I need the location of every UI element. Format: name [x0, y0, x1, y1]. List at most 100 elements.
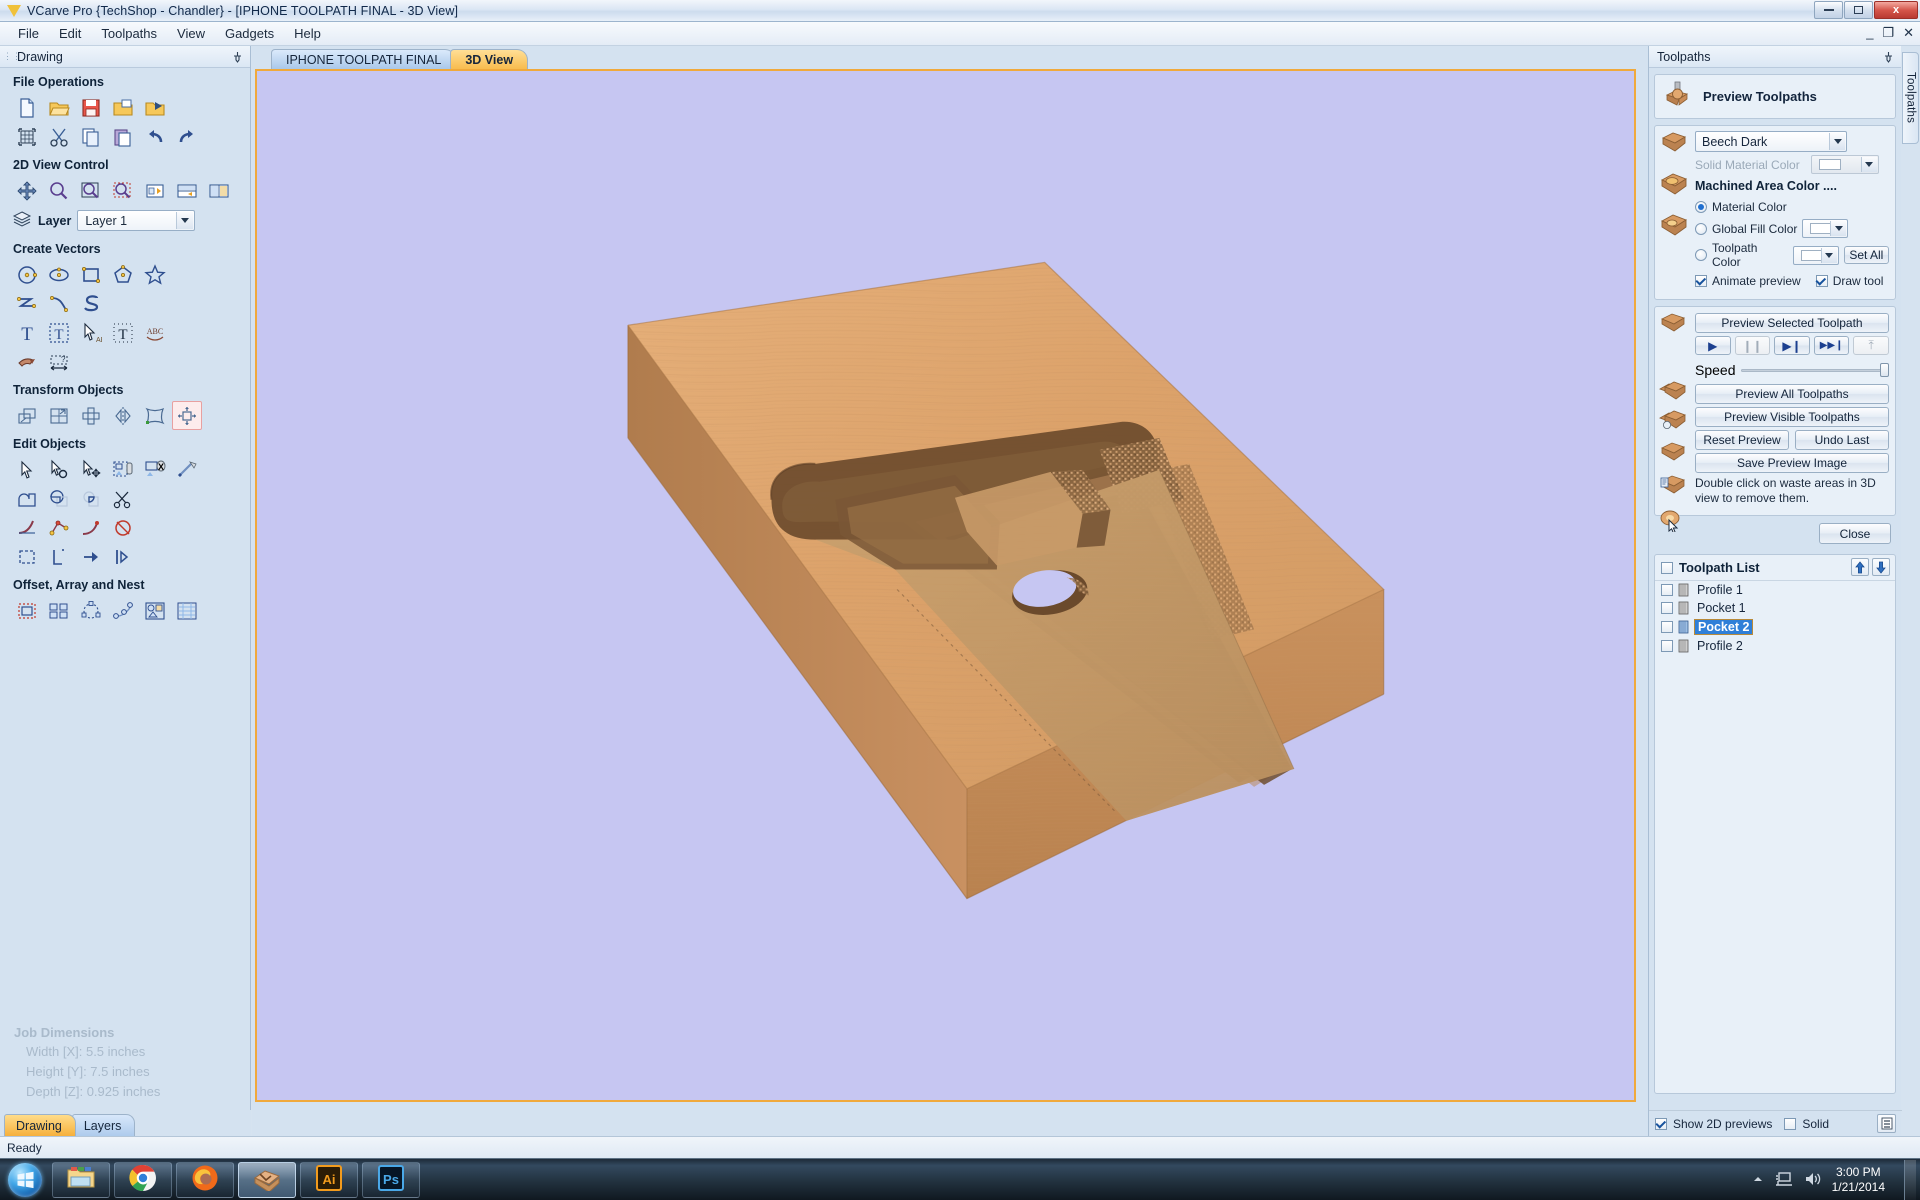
menu-toolpaths[interactable]: Toolpaths [91, 23, 167, 44]
circular-copy-icon[interactable] [76, 596, 106, 625]
offset-curve-icon[interactable] [108, 513, 138, 542]
move-icon[interactable] [12, 401, 42, 430]
set-all-button[interactable]: Set All [1843, 246, 1890, 264]
fast-forward-button[interactable]: ▶▶❙ [1813, 336, 1850, 355]
tab-iphone-toolpath-final[interactable]: IPHONE TOOLPATH FINAL [271, 49, 457, 69]
distort-icon[interactable] [140, 401, 170, 430]
toolpath-list-item[interactable]: Profile 1 [1655, 581, 1895, 599]
global-fill-color-option[interactable]: Global Fill Color [1695, 219, 1889, 238]
chevron-down-icon[interactable] [1829, 133, 1845, 150]
star-icon[interactable] [140, 260, 170, 289]
weld-icon[interactable] [12, 484, 42, 513]
material-color-radio[interactable] [1695, 201, 1707, 213]
fillet-icon[interactable] [12, 513, 42, 542]
mdi-restore-button[interactable]: ❐ [1882, 26, 1894, 39]
open-folder-icon[interactable] [44, 93, 74, 122]
spiral-icon[interactable] [76, 289, 106, 318]
texture-icon[interactable] [172, 596, 202, 625]
toolpath-color-radio[interactable] [1695, 249, 1707, 261]
list-icon[interactable] [1877, 1114, 1896, 1133]
minimize-button[interactable] [1814, 1, 1843, 19]
end-button[interactable]: ⤒ [1853, 336, 1889, 355]
tab-drawing[interactable]: Drawing [4, 1114, 76, 1136]
show-desktop-button[interactable] [1904, 1160, 1916, 1200]
trace-bitmap-icon[interactable] [12, 347, 42, 376]
mdi-close-button[interactable]: ✕ [1903, 26, 1914, 39]
taskbar-vcarve-pro[interactable] [238, 1161, 296, 1198]
pause-button[interactable]: ❙❙ [1734, 336, 1771, 355]
zoom-extents-icon[interactable] [140, 176, 170, 205]
toolpath-color-option[interactable]: Toolpath Color Set All [1695, 241, 1890, 269]
show-2d-previews-checkbox[interactable] [1655, 1117, 1667, 1130]
copy-along-curve-icon[interactable] [108, 596, 138, 625]
toolpath-visible-checkbox[interactable] [1661, 584, 1673, 596]
new-file-icon[interactable] [12, 93, 42, 122]
tab-layers[interactable]: Layers [71, 1114, 136, 1136]
reset-preview-button[interactable]: Reset Preview [1695, 430, 1789, 450]
preview-all-toolpaths-button[interactable]: Preview All Toolpaths [1695, 384, 1889, 404]
align-icon[interactable] [172, 401, 202, 430]
node-points-icon[interactable] [44, 513, 74, 542]
mirror-icon[interactable] [108, 401, 138, 430]
split-view-icon[interactable] [204, 176, 234, 205]
menu-view[interactable]: View [167, 23, 215, 44]
slider-thumb[interactable] [1880, 363, 1889, 377]
draw-tool-checkbox[interactable] [1815, 275, 1828, 287]
chevron-down-icon[interactable] [1820, 247, 1837, 263]
closed-vector-icon[interactable] [12, 542, 42, 571]
pan-icon[interactable] [12, 176, 42, 205]
text-select-icon[interactable]: AB [76, 318, 106, 347]
close-panel-button[interactable]: Close [1819, 523, 1891, 544]
reverse-icon[interactable] [76, 542, 106, 571]
ellipse-icon[interactable] [44, 260, 74, 289]
toolpath-list-item[interactable]: Pocket 1 [1655, 599, 1895, 617]
text-on-curve-icon[interactable]: ABC [140, 318, 170, 347]
material-color-option[interactable]: Material Color [1695, 198, 1889, 216]
menu-gadgets[interactable]: Gadgets [215, 23, 284, 44]
taskbar-windows-explorer[interactable] [52, 1161, 110, 1198]
toolpath-visible-checkbox[interactable] [1661, 602, 1673, 614]
taskbar-adobe-photoshop[interactable]: Ps [362, 1161, 420, 1198]
rectangle-icon[interactable] [76, 260, 106, 289]
toolpath-visible-checkbox[interactable] [1661, 621, 1673, 633]
step-button[interactable]: ▶❙ [1774, 336, 1810, 355]
undo-last-button[interactable]: Undo Last [1795, 430, 1889, 450]
tab-3d-view[interactable]: 3D View [450, 49, 529, 69]
curve-fit-icon[interactable] [76, 513, 106, 542]
dimension-icon[interactable]: ? [44, 347, 74, 376]
move-nodes-icon[interactable] [76, 455, 106, 484]
preview-selected-toolpath-button[interactable]: Preview Selected Toolpath [1695, 313, 1889, 333]
network-icon[interactable] [1774, 1170, 1794, 1191]
redo-icon[interactable] [172, 122, 202, 151]
zoom-box-icon[interactable] [108, 176, 138, 205]
toolpath-visible-checkbox[interactable] [1661, 640, 1673, 652]
rotate-icon[interactable] [76, 401, 106, 430]
open-vector-icon[interactable] [44, 542, 74, 571]
chevron-up-icon[interactable] [1751, 1172, 1765, 1189]
toolpath-color-swatch[interactable] [1793, 245, 1839, 265]
import-bitmap-icon[interactable] [140, 93, 170, 122]
chevron-down-icon[interactable] [176, 212, 194, 229]
3d-model[interactable] [257, 71, 1634, 1101]
select-icon[interactable] [12, 455, 42, 484]
scale-icon[interactable] [44, 401, 74, 430]
pin-icon[interactable] [1882, 50, 1895, 63]
mdi-minimize-button[interactable]: _ [1866, 26, 1873, 39]
taskbar-adobe-illustrator[interactable]: Ai [300, 1161, 358, 1198]
layer-select[interactable]: Layer 1 [77, 210, 196, 231]
polyline-icon[interactable] [12, 289, 42, 318]
two-view-icon[interactable] [172, 176, 202, 205]
speaker-icon[interactable] [1803, 1170, 1823, 1191]
curve-icon[interactable] [44, 289, 74, 318]
restore-button[interactable] [1844, 1, 1873, 19]
nest-icon[interactable] [140, 596, 170, 625]
import-vectors-icon[interactable] [108, 93, 138, 122]
toolpath-list-select-all-checkbox[interactable] [1661, 561, 1673, 574]
panel-grip[interactable]: ⋮⋮ [3, 52, 21, 61]
zoom-selected-icon[interactable] [76, 176, 106, 205]
zoom-icon[interactable] [44, 176, 74, 205]
group-icon[interactable] [108, 455, 138, 484]
global-fill-color-swatch[interactable] [1802, 219, 1849, 238]
chevron-down-icon[interactable] [1830, 221, 1847, 236]
play-button[interactable]: ▶ [1695, 336, 1731, 355]
